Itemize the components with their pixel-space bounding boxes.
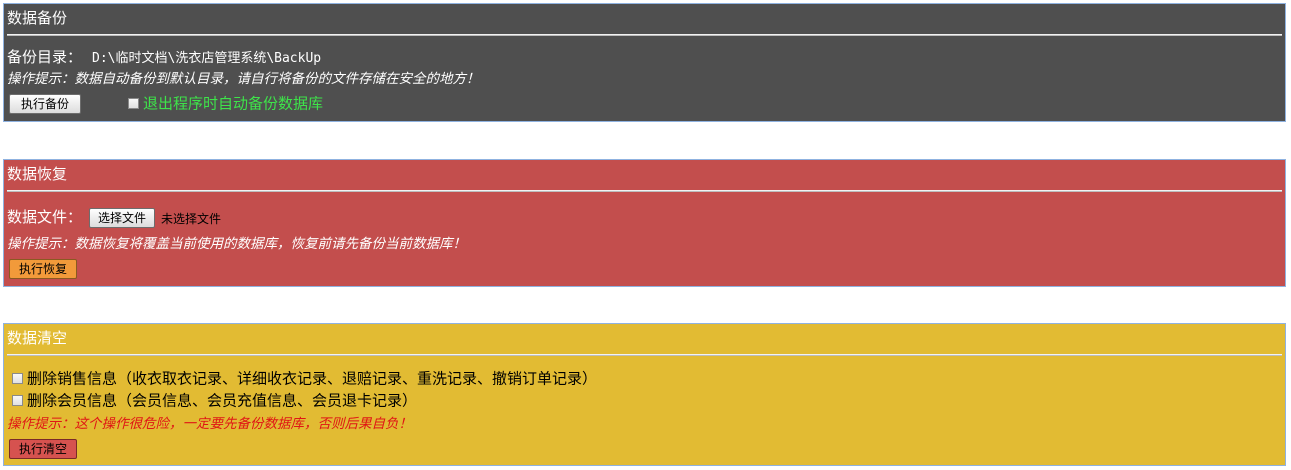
- backup-hint-row: 操作提示：数据自动备份到默认目录，请自行将备份的文件存储在安全的地方！: [7, 69, 480, 88]
- backup-dir-label: 备份目录：: [7, 48, 83, 66]
- clear-panel: 数据清空 删除销售信息（收衣取衣记录、详细收衣记录、退赔记录、重洗记录、撤销订单…: [3, 323, 1286, 466]
- clear-option-members[interactable]: 删除会员信息（会员信息、会员充值信息、会员退卡记录）: [12, 391, 417, 410]
- backup-panel: 数据备份 备份目录： D:\临时文档\洗衣店管理系统\BackUp 操作提示：数据…: [3, 3, 1286, 122]
- clear-divider: [7, 354, 1282, 356]
- restore-file-label: 数据文件：: [7, 208, 83, 226]
- delete-members-label[interactable]: 删除会员信息（会员信息、会员充值信息、会员退卡记录）: [27, 392, 417, 410]
- auto-backup-checkbox[interactable]: [128, 98, 139, 109]
- backup-dir-row: 备份目录： D:\临时文档\洗衣店管理系统\BackUp: [7, 48, 321, 68]
- execute-backup-button[interactable]: 执行备份: [9, 94, 81, 114]
- auto-backup-row[interactable]: 退出程序时自动备份数据库: [128, 94, 323, 113]
- backup-dir-path: D:\临时文档\洗衣店管理系统\BackUp: [92, 51, 322, 66]
- clear-option-sales[interactable]: 删除销售信息（收衣取衣记录、详细收衣记录、退赔记录、重洗记录、撤销订单记录）: [12, 369, 597, 388]
- backup-hint: 操作提示：数据自动备份到默认目录，请自行将备份的文件存储在安全的地方！: [7, 71, 480, 87]
- no-file-row: 未选择文件: [157, 209, 221, 228]
- restore-hint-row: 操作提示：数据恢复将覆盖当前使用的数据库，恢复前请先备份当前数据库！: [7, 234, 466, 253]
- no-file-text: 未选择文件: [161, 212, 222, 226]
- delete-sales-label[interactable]: 删除销售信息（收衣取衣记录、详细收衣记录、退赔记录、重洗记录、撤销订单记录）: [27, 370, 597, 388]
- choose-file-button[interactable]: 选择文件: [89, 208, 155, 228]
- delete-members-checkbox[interactable]: [12, 395, 23, 406]
- clear-hint: 操作提示：这个操作很危险，一定要先备份数据库，否则后果自负！: [7, 416, 412, 432]
- execute-clear-button[interactable]: 执行清空: [9, 439, 77, 459]
- restore-title: 数据恢复: [7, 165, 68, 183]
- restore-file-row: 数据文件：: [7, 208, 82, 226]
- execute-restore-button[interactable]: 执行恢复: [9, 259, 77, 279]
- auto-backup-label[interactable]: 退出程序时自动备份数据库: [143, 95, 323, 113]
- backup-title: 数据备份: [7, 9, 68, 27]
- clear-title: 数据清空: [7, 329, 68, 347]
- restore-hint: 操作提示：数据恢复将覆盖当前使用的数据库，恢复前请先备份当前数据库！: [7, 236, 466, 252]
- restore-panel: 数据恢复 数据文件： 选择文件 未选择文件 操作提示：数据恢复将覆盖当前使用的数…: [3, 159, 1286, 287]
- restore-divider: [7, 190, 1282, 192]
- backup-divider: [7, 34, 1282, 36]
- clear-hint-row: 操作提示：这个操作很危险，一定要先备份数据库，否则后果自负！: [7, 414, 412, 433]
- delete-sales-checkbox[interactable]: [12, 373, 23, 384]
